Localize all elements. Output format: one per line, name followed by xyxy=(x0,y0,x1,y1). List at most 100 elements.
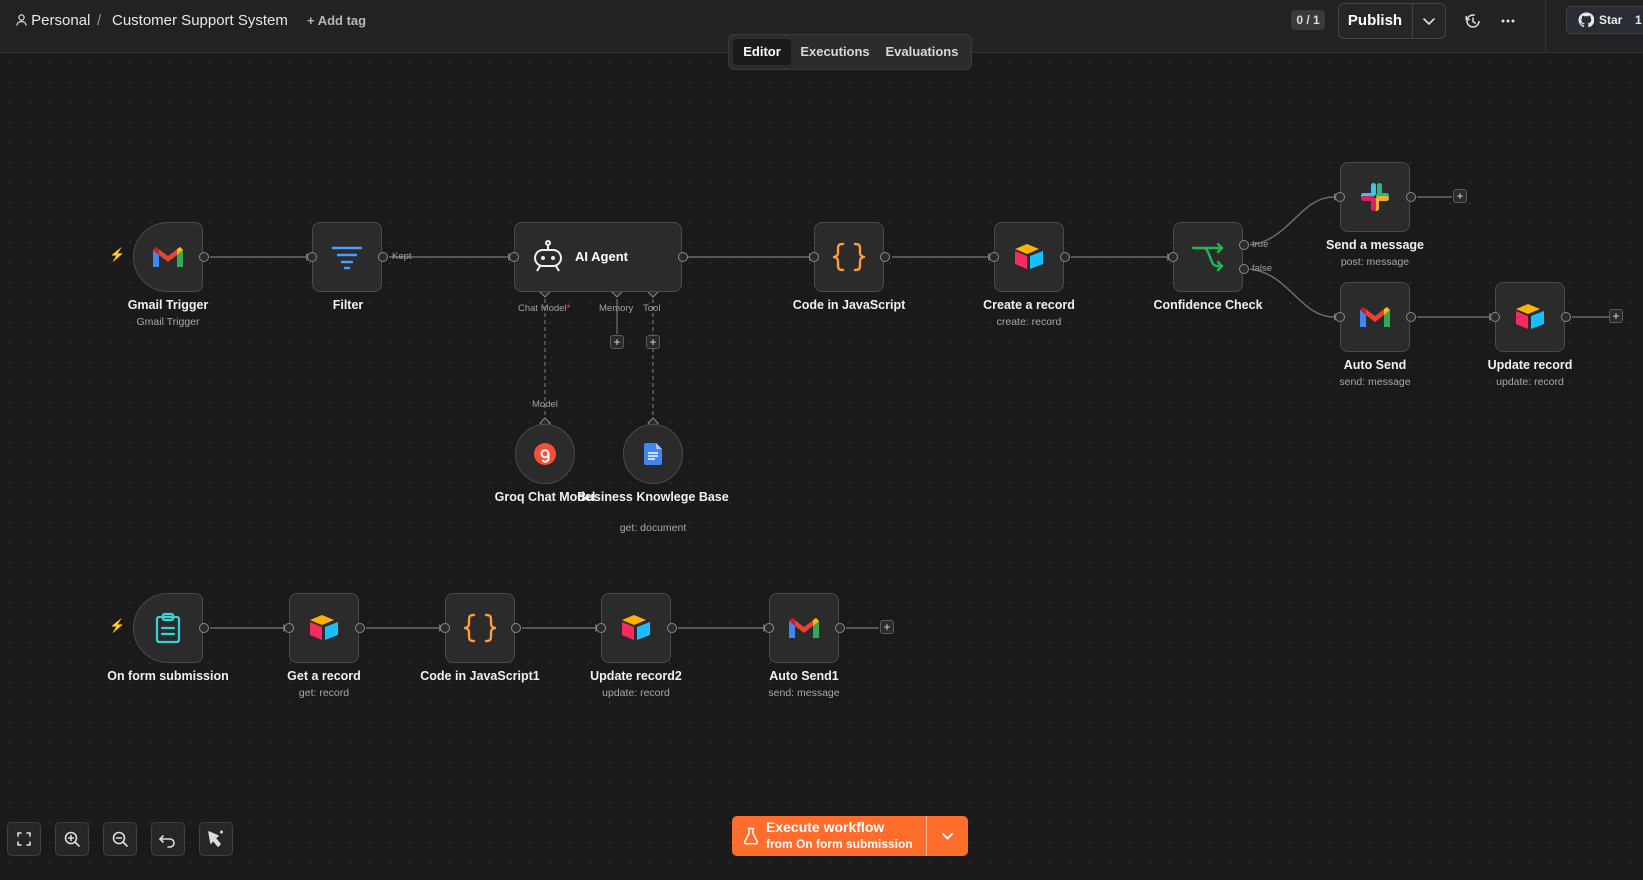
port-in[interactable] xyxy=(1168,252,1178,262)
connections-layer xyxy=(210,193,1609,632)
port-in[interactable] xyxy=(440,623,450,633)
port-in[interactable] xyxy=(1335,192,1345,202)
port-out[interactable] xyxy=(678,252,688,262)
zoom-out-button[interactable] xyxy=(103,822,137,856)
node-update-record2[interactable] xyxy=(601,593,671,663)
node-groq-chat-model[interactable] xyxy=(515,424,575,484)
node-code-js1[interactable] xyxy=(445,593,515,663)
node-form-submission[interactable] xyxy=(133,593,203,663)
port-out[interactable] xyxy=(1561,312,1571,322)
node-label: Gmail Trigger xyxy=(127,298,209,312)
port-out[interactable] xyxy=(199,252,209,262)
add-node-button[interactable]: + xyxy=(880,620,894,634)
port-in[interactable] xyxy=(764,623,774,633)
gmail-icon xyxy=(1360,307,1390,327)
tidy-up-button[interactable] xyxy=(199,822,233,856)
node-auto-send[interactable] xyxy=(1340,282,1410,352)
execute-label: Execute workflow xyxy=(766,819,885,835)
editor-tabs: Editor Executions Evaluations xyxy=(728,34,972,70)
node-label: Filter xyxy=(332,298,364,312)
add-memory-button[interactable]: + xyxy=(610,335,624,349)
port-in[interactable] xyxy=(989,252,999,262)
node-knowledge-base[interactable] xyxy=(623,424,683,484)
port-true[interactable] xyxy=(1239,240,1249,250)
node-create-record[interactable] xyxy=(994,222,1064,292)
edge-label-tool: Tool xyxy=(643,303,661,314)
port-in[interactable] xyxy=(284,623,294,633)
port-out[interactable] xyxy=(1060,252,1070,262)
add-node-button[interactable]: + xyxy=(1453,189,1467,203)
airtable-icon xyxy=(310,615,338,640)
zoom-in-icon xyxy=(64,831,80,847)
undo-button[interactable] xyxy=(151,822,185,856)
filter-icon xyxy=(331,246,363,270)
execute-workflow-control: Execute workflow from On form submission xyxy=(732,816,968,856)
node-code-js[interactable] xyxy=(814,222,884,292)
tab-editor[interactable]: Editor xyxy=(733,39,791,65)
node-subtitle: get: document xyxy=(619,522,687,534)
edge-label-true: true xyxy=(1252,239,1269,250)
tidy-icon xyxy=(208,830,223,847)
node-subtitle: send: message xyxy=(768,687,840,699)
fit-view-button[interactable] xyxy=(7,822,41,856)
port-in[interactable] xyxy=(307,252,317,262)
port-in[interactable] xyxy=(1490,312,1500,322)
flask-icon xyxy=(743,827,759,845)
node-subtitle: update: record xyxy=(1496,376,1564,388)
port-out[interactable] xyxy=(880,252,890,262)
node-gmail-trigger[interactable] xyxy=(133,222,203,292)
port-out[interactable] xyxy=(1406,312,1416,322)
port-false[interactable] xyxy=(1239,264,1249,274)
form-icon xyxy=(155,612,181,644)
node-label: Auto Send1 xyxy=(769,669,839,683)
port-out[interactable] xyxy=(511,623,521,633)
execute-menu-button[interactable] xyxy=(927,816,968,856)
bolt-icon: ⚡ xyxy=(109,247,126,262)
tab-executions[interactable]: Executions xyxy=(795,39,875,65)
node-confidence-check[interactable] xyxy=(1173,222,1243,292)
node-ai-agent[interactable]: AI Agent xyxy=(514,222,682,292)
port-out[interactable] xyxy=(355,623,365,633)
port-in[interactable] xyxy=(509,252,519,262)
node-auto-send1[interactable] xyxy=(769,593,839,663)
port-out[interactable] xyxy=(1406,192,1416,202)
branch-icon xyxy=(1191,242,1224,272)
airtable-icon xyxy=(622,615,650,640)
node-subtitle: post: message xyxy=(1340,256,1410,268)
undo-icon xyxy=(159,835,175,848)
ai-agent-label: AI Agent xyxy=(575,249,628,264)
add-node-button[interactable]: + xyxy=(1609,309,1623,323)
edge-label-chat-model: Chat Model* xyxy=(518,303,571,314)
zoom-in-button[interactable] xyxy=(55,822,89,856)
airtable-icon xyxy=(1516,304,1544,329)
node-send-message[interactable] xyxy=(1340,162,1410,232)
node-label: Update record2 xyxy=(590,669,682,683)
port-in[interactable] xyxy=(1335,312,1345,322)
port-in[interactable] xyxy=(596,623,606,633)
port-out[interactable] xyxy=(667,623,677,633)
node-filter[interactable] xyxy=(312,222,382,292)
port-in[interactable] xyxy=(809,252,819,262)
execute-workflow-button[interactable]: Execute workflow from On form submission xyxy=(732,816,926,856)
port-out[interactable] xyxy=(199,623,209,633)
node-label: Code in JavaScript xyxy=(792,298,906,312)
node-label: Send a message xyxy=(1326,238,1424,252)
slack-icon xyxy=(1361,183,1389,211)
edge-label-false: false xyxy=(1252,263,1273,274)
fit-view-icon xyxy=(17,832,31,846)
node-subtitle: send: message xyxy=(1339,376,1411,388)
edge-label-memory: Memory xyxy=(599,303,634,314)
port-out[interactable] xyxy=(835,623,845,633)
node-label: Create a record xyxy=(983,298,1075,312)
code-braces-icon xyxy=(832,242,866,272)
execute-sublabel: from On form submission xyxy=(766,837,913,851)
port-out[interactable] xyxy=(378,252,388,262)
node-label: Auto Send xyxy=(1343,358,1407,372)
node-label: On form submission xyxy=(107,669,229,683)
tab-evaluations[interactable]: Evaluations xyxy=(879,39,965,65)
edge-label-kept: Kept xyxy=(392,251,412,262)
node-get-record[interactable] xyxy=(289,593,359,663)
node-subtitle: create: record xyxy=(996,316,1062,328)
add-tool-button[interactable]: + xyxy=(646,335,660,349)
node-update-record[interactable] xyxy=(1495,282,1565,352)
